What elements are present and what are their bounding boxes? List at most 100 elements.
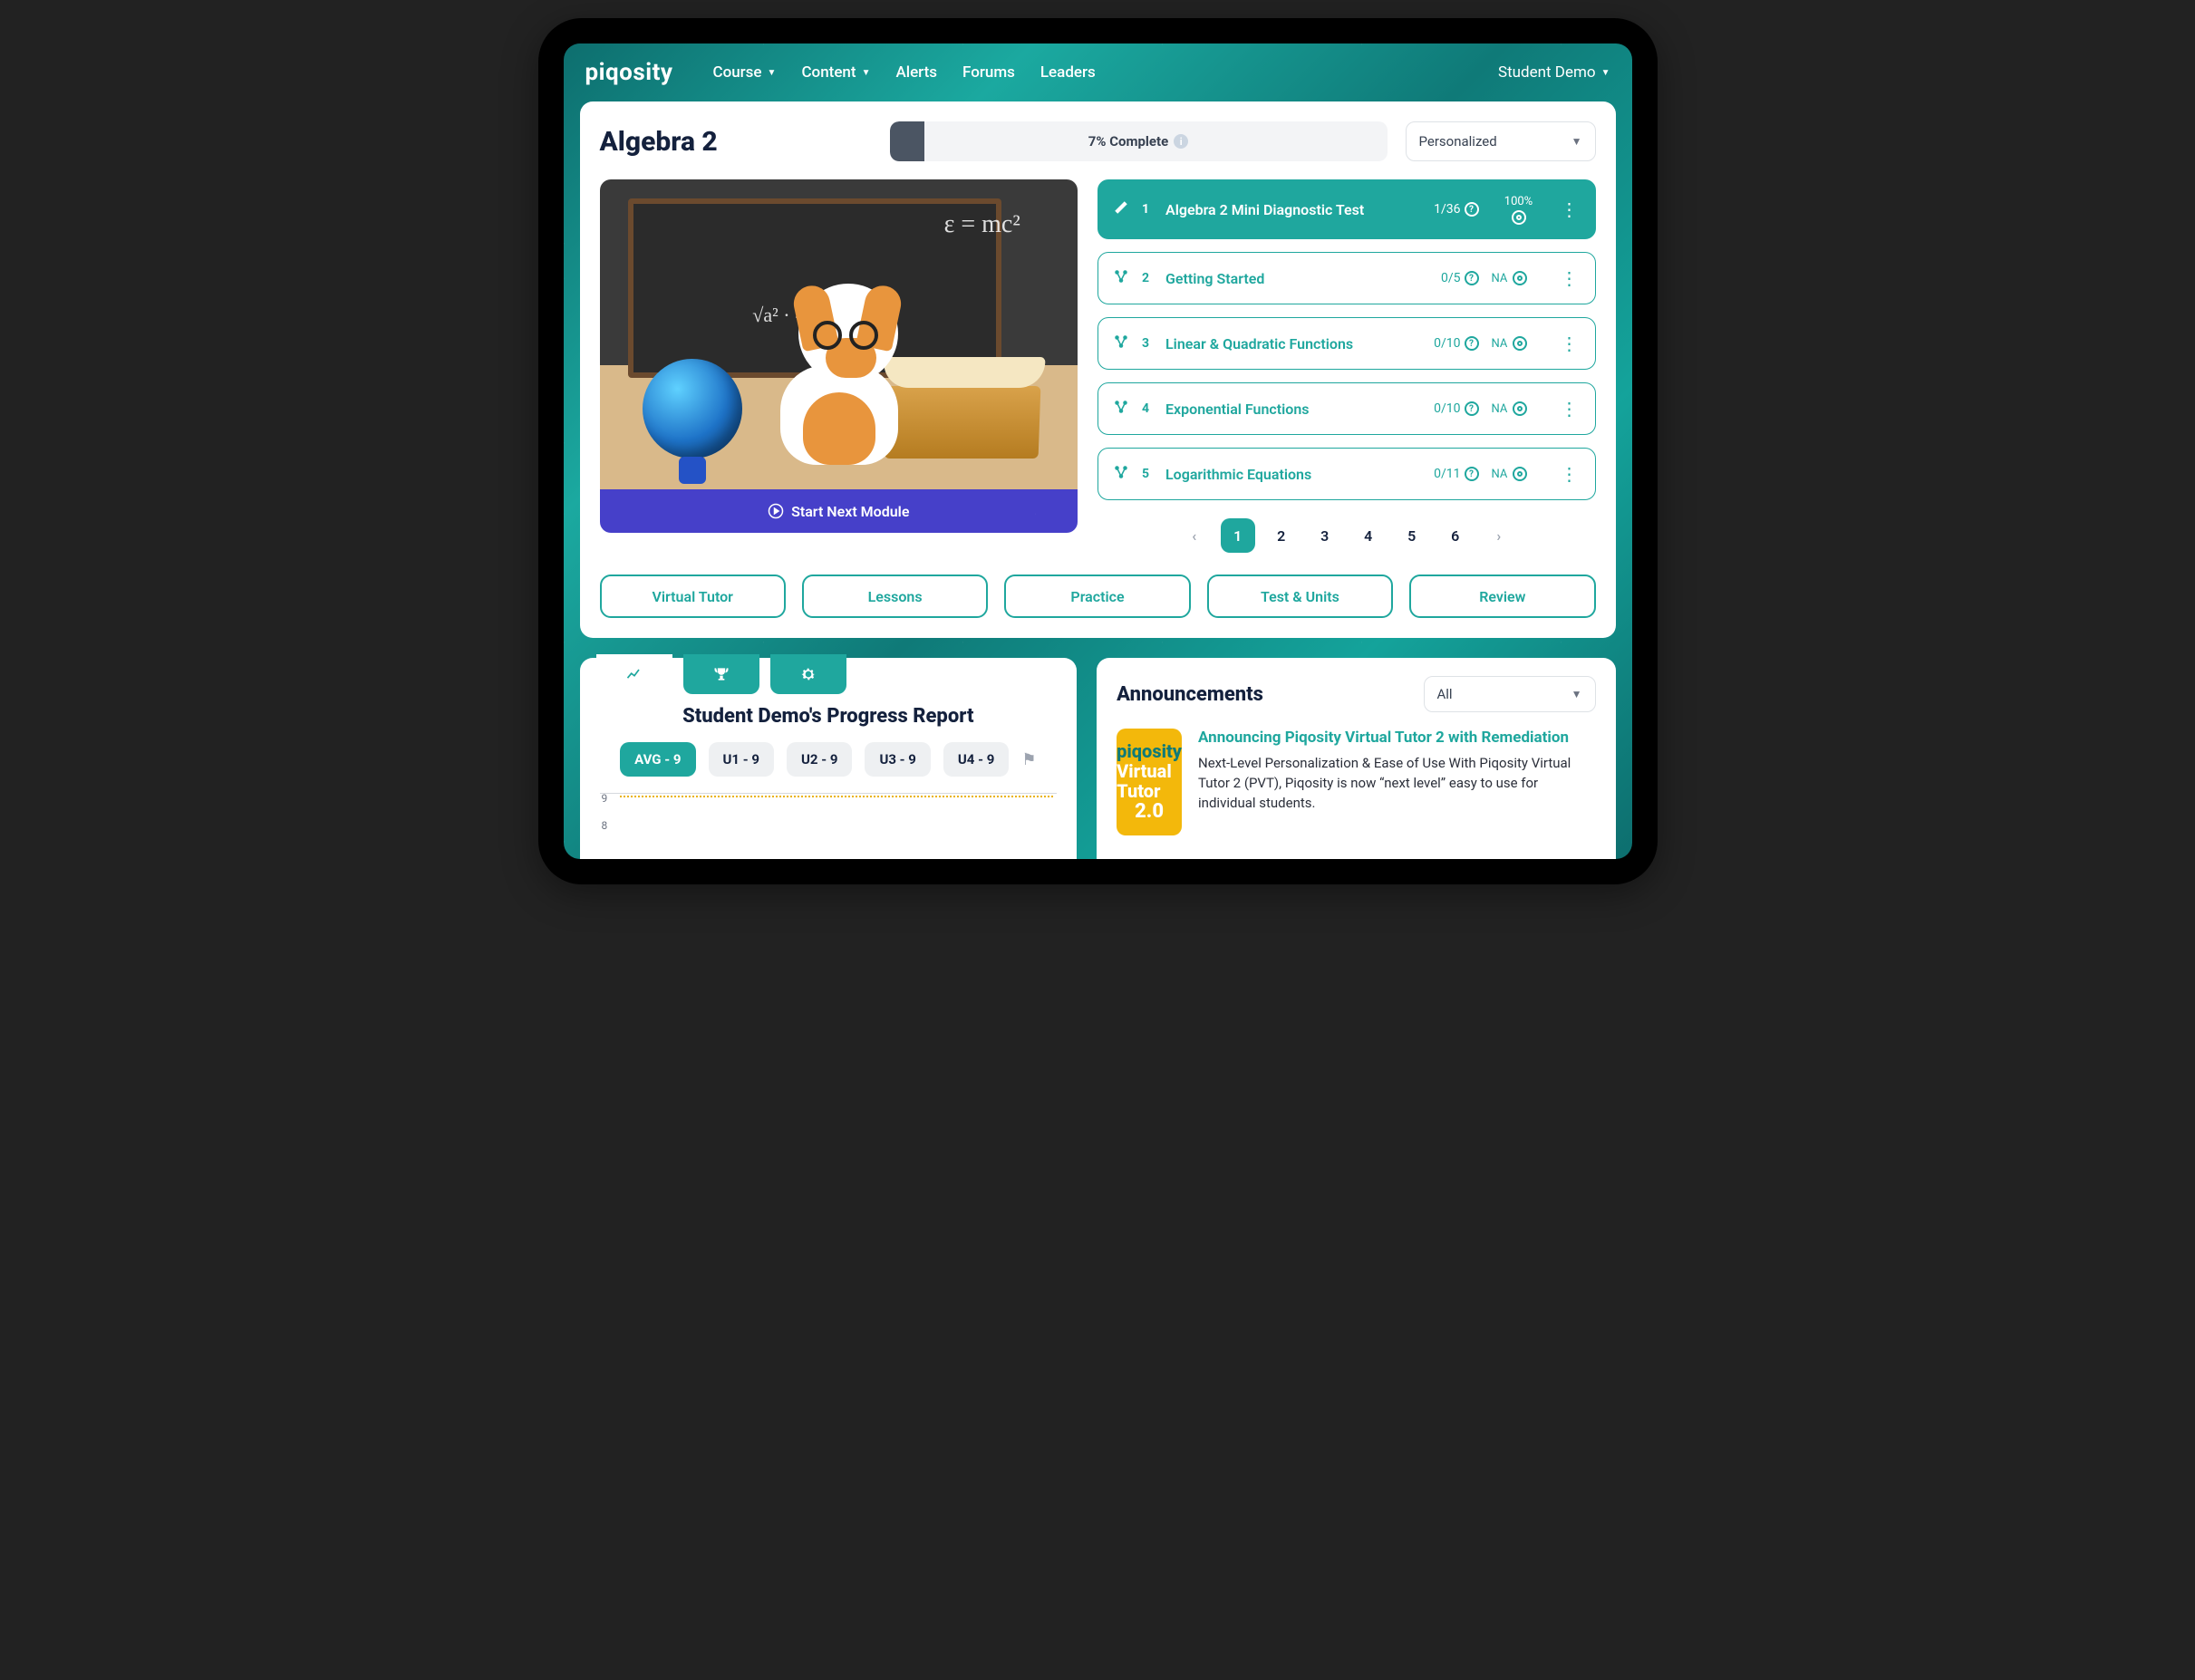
announcements-header: Announcements All ▼ [1117,676,1595,712]
module-title: Linear & Quadratic Functions [1165,335,1421,352]
pager-page[interactable]: 4 [1351,518,1386,553]
kebab-menu-icon[interactable]: ⋮ [1559,267,1581,289]
course-header: Algebra 2 7% Complete i Personalized ▼ [600,121,1596,161]
nav-leaders[interactable]: Leaders [1040,63,1096,82]
tab-chart[interactable] [596,654,672,694]
chip-u2[interactable]: U2 - 9 [787,742,852,777]
tab-trophy[interactable] [683,654,759,694]
progress-chart: 9 8 [600,793,1058,856]
announcement-link[interactable]: Announcing Piqosity Virtual Tutor 2 with… [1198,729,1595,747]
badge-line: Virtual Tutor [1117,761,1182,801]
help-icon[interactable]: ? [1465,336,1479,351]
announcement-badge: piqosity Virtual Tutor 2.0 [1117,729,1182,835]
module-row[interactable]: 5 Logarithmic Equations 0/11? NA ⋮ [1098,448,1595,500]
module-title: Exponential Functions [1165,401,1421,418]
tab-practice[interactable]: Practice [1004,574,1190,618]
module-number: 2 [1142,271,1153,285]
mode-select[interactable]: Personalized ▼ [1406,121,1596,161]
chip-u1[interactable]: U1 - 9 [709,742,774,777]
nav-alerts[interactable]: Alerts [895,63,937,82]
pager-page[interactable]: 3 [1308,518,1342,553]
module-row[interactable]: 3 Linear & Quadratic Functions 0/10? NA … [1098,317,1595,370]
badge-line: 2.0 [1135,801,1164,823]
start-next-module-button[interactable]: Start Next Module [600,489,1078,533]
kebab-menu-icon[interactable]: ⋮ [1559,333,1581,354]
announcement-body: Next-Level Personalization & Ease of Use… [1198,754,1595,813]
pager-page[interactable]: 2 [1264,518,1299,553]
module-row[interactable]: 4 Exponential Functions 0/10? NA ⋮ [1098,382,1595,435]
chip-avg[interactable]: AVG - 9 [620,742,695,777]
announcements-panel: Announcements All ▼ piqosity Virtual Tut… [1097,658,1615,859]
progress-panel-tabs [596,654,1058,694]
module-progress: 0/10? [1434,336,1478,351]
branch-icon [1113,464,1129,484]
help-icon[interactable]: ? [1465,401,1479,416]
module-progress: 0/11? [1434,467,1478,481]
globe-illustration [643,359,742,459]
mode-selected: Personalized [1419,133,1497,150]
section-tabs: Virtual Tutor Lessons Practice Test & Un… [600,574,1596,618]
screen: piqosity Course ▼ Content ▼ Alerts Forum… [564,43,1632,859]
tab-review[interactable]: Review [1409,574,1595,618]
pager-page[interactable]: 6 [1438,518,1473,553]
chip-u3[interactable]: U3 - 9 [865,742,930,777]
chip-u4[interactable]: U4 - 9 [943,742,1009,777]
target-icon [1512,210,1526,225]
nav-content-label: Content [801,63,856,82]
announcements-title: Announcements [1117,683,1263,706]
progress-panel: Student Demo's Progress Report AVG - 9 U… [580,658,1078,859]
course-card: Algebra 2 7% Complete i Personalized ▼ [580,101,1616,638]
module-title: Logarithmic Equations [1165,466,1421,483]
hero-column: ε = mc² √a² · = 5 Start Next Module [600,179,1078,553]
pager-page[interactable]: 1 [1221,518,1255,553]
info-icon[interactable]: i [1174,134,1188,149]
brand-logo[interactable]: piqosity [585,59,673,86]
progress-label: 7% Complete i [890,133,1388,150]
module-score: NA [1492,271,1546,285]
report-chips: AVG - 9 U1 - 9 U2 - 9 U3 - 9 U4 - 9 ⚑ [600,742,1058,777]
module-row[interactable]: 2 Getting Started 0/5? NA ⋮ [1098,252,1595,304]
nav-forums[interactable]: Forums [962,63,1015,82]
course-title: Algebra 2 [600,126,872,158]
module-score: NA [1492,401,1546,416]
module-score: 100% [1492,195,1546,225]
flag-icon[interactable]: ⚑ [1021,750,1036,769]
top-nav: piqosity Course ▼ Content ▼ Alerts Forum… [564,43,1632,101]
help-icon[interactable]: ? [1465,467,1479,481]
announcements-filter[interactable]: All ▼ [1424,676,1596,712]
target-icon [1513,271,1527,285]
play-circle-icon [768,503,784,519]
ruler-pencil-icon [1113,199,1129,219]
module-row[interactable]: 1 Algebra 2 Mini Diagnostic Test 1/36? 1… [1098,179,1595,239]
kebab-menu-icon[interactable]: ⋮ [1559,463,1581,485]
target-icon [1513,467,1527,481]
pager-prev[interactable]: ‹ [1177,518,1212,553]
chevron-down-icon: ▼ [862,68,871,78]
nav-user-label: Student Demo [1498,63,1596,82]
tab-virtual-tutor[interactable]: Virtual Tutor [600,574,786,618]
report-title: Student Demo's Progress Report [600,705,1058,728]
pager-page[interactable]: 5 [1395,518,1429,553]
kebab-menu-icon[interactable]: ⋮ [1559,198,1581,220]
tab-test-units[interactable]: Test & Units [1207,574,1393,618]
module-score: NA [1492,467,1546,481]
pager-next[interactable]: › [1482,518,1516,553]
nav-course[interactable]: Course ▼ [712,63,776,82]
tab-settings[interactable] [770,654,846,694]
chevron-down-icon: ▼ [1601,68,1610,78]
nav-content[interactable]: Content ▼ [801,63,870,82]
target-icon [1513,336,1527,351]
help-icon[interactable]: ? [1465,271,1479,285]
kebab-menu-icon[interactable]: ⋮ [1559,398,1581,420]
y-tick: 9 [602,792,608,805]
chevron-down-icon: ▼ [1571,688,1582,700]
module-progress: 0/10? [1434,401,1478,416]
module-number: 5 [1142,467,1153,481]
tab-lessons[interactable]: Lessons [802,574,988,618]
module-number: 4 [1142,401,1153,416]
nav-alerts-label: Alerts [895,63,937,82]
hero-image: ε = mc² √a² · = 5 [600,179,1078,489]
help-icon[interactable]: ? [1465,202,1479,217]
nav-course-label: Course [712,63,761,82]
nav-user-menu[interactable]: Student Demo ▼ [1498,63,1610,82]
